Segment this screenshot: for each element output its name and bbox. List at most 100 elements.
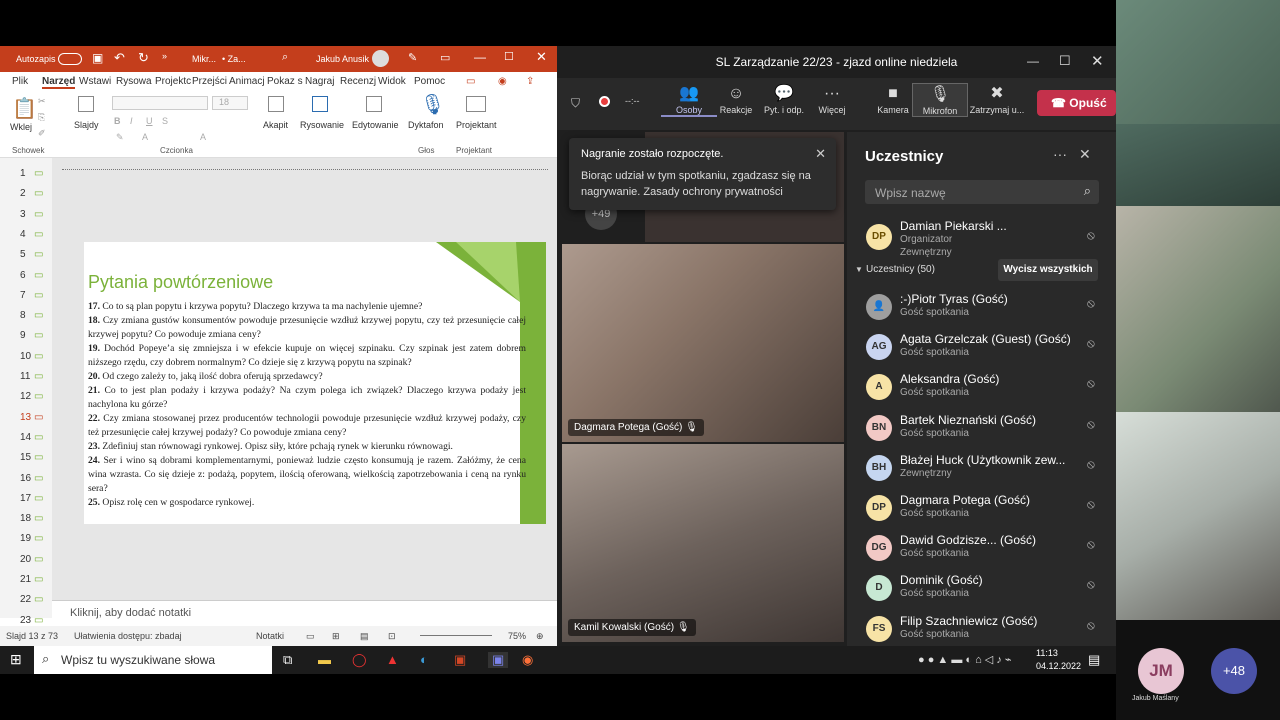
more-commands-icon[interactable]: »	[162, 51, 167, 61]
video-tile-jakub[interactable]	[1116, 412, 1280, 620]
slide-thumbnail[interactable]: 6 ▭	[20, 270, 43, 281]
file-explorer-icon[interactable]: ▬	[318, 652, 331, 667]
font-family-select[interactable]	[112, 96, 208, 110]
designer-button[interactable]: Projektant	[456, 120, 497, 130]
file-status[interactable]: • Za...	[222, 54, 246, 64]
firefox-icon[interactable]: ◉	[522, 652, 533, 668]
task-view-icon[interactable]: ⧉	[283, 652, 292, 668]
slide-thumbnail[interactable]: 15 ▭	[20, 452, 43, 463]
zoom-level[interactable]: 75%	[508, 631, 526, 641]
participant-name[interactable]: Aleksandra (Gość)	[900, 372, 999, 386]
participant-name[interactable]: :-)Piotr Tyras (Gość)	[900, 292, 1008, 306]
copy-icon[interactable]: ⎘	[38, 112, 45, 123]
slide-thumbnail[interactable]: 8 ▭	[20, 310, 43, 321]
menu-insert[interactable]: Wstawi	[79, 76, 111, 87]
user-avatar[interactable]	[372, 50, 389, 67]
notes-area[interactable]: Kliknij, aby dodać notatki	[52, 600, 557, 626]
format-painter-icon[interactable]: ✐	[38, 128, 46, 139]
slide-thumbnail[interactable]: 17 ▭	[20, 493, 43, 504]
search-icon[interactable]: ⌕	[282, 51, 288, 64]
normal-view-icon[interactable]: ▭	[306, 631, 315, 642]
mic-off-icon[interactable]: ⦸	[1087, 376, 1095, 391]
close-icon[interactable]: ✕	[815, 146, 826, 162]
slideshow-icon[interactable]: ⊡	[388, 631, 396, 642]
paragraph-button[interactable]: Akapit	[263, 120, 288, 130]
menu-transitions[interactable]: Przejści	[192, 76, 227, 87]
slide-thumbnail[interactable]: 16 ▭	[20, 473, 43, 484]
close-icon[interactable]: ✕	[1079, 146, 1091, 163]
reading-view-icon[interactable]: ▤	[360, 631, 369, 642]
windows-icon[interactable]: ⊞	[10, 651, 22, 668]
slide-thumbnail[interactable]: 14 ▭	[20, 432, 43, 443]
slide-thumbnail[interactable]: 23 ▭	[20, 615, 43, 626]
clock-time[interactable]: 11:13	[1036, 648, 1058, 658]
record-icon[interactable]: ◉	[498, 76, 507, 87]
menu-draw[interactable]: Rysowa	[116, 76, 152, 87]
slide-thumbnail[interactable]: 18 ▭	[20, 513, 43, 524]
grow-font-icon[interactable]: A	[200, 132, 206, 142]
video-tile-kamil[interactable]: Kamil Kowalski (Gość) 🎙	[562, 444, 844, 642]
stop-sharing-button[interactable]: ✖ Zatrzymaj u...	[969, 83, 1025, 115]
slide-thumbnail[interactable]: 5 ▭	[20, 249, 43, 260]
editing-button[interactable]: Edytowanie	[352, 120, 399, 130]
drawing-button[interactable]: Rysowanie	[300, 120, 344, 130]
cut-icon[interactable]: ✂	[38, 96, 46, 107]
menu-animations[interactable]: Animacj	[229, 76, 265, 87]
menu-view[interactable]: Widok	[378, 76, 406, 87]
menu-file[interactable]: Plik	[12, 76, 28, 87]
video-tile[interactable]	[1116, 124, 1280, 206]
editing-icon[interactable]	[366, 96, 382, 112]
more-button[interactable]: ··· Więcej	[804, 83, 860, 115]
slide-thumbnail[interactable]: 13 ▭	[20, 412, 43, 423]
mic-off-icon[interactable]: ⦸	[1087, 296, 1095, 311]
pen-icon[interactable]: ✎	[408, 51, 417, 64]
video-tile[interactable]	[1116, 206, 1280, 412]
clock-date[interactable]: 04.12.2022	[1036, 661, 1081, 671]
slide-canvas[interactable]: Pytania powtórzeniowe 17. Co to są plan …	[84, 242, 546, 524]
powerpoint-icon[interactable]: ▣	[454, 652, 466, 668]
font-size-select[interactable]: 18	[212, 96, 248, 110]
participant-name[interactable]: Dagmara Potega (Gość)	[900, 493, 1030, 507]
maximize-icon[interactable]: ☐	[504, 50, 514, 63]
participant-name[interactable]: Dominik (Gość)	[900, 573, 983, 587]
close-icon[interactable]: ✕	[536, 49, 547, 65]
underline-button[interactable]: U	[146, 116, 153, 126]
microphone-button[interactable]: 🎙 Mikrofon	[912, 83, 968, 117]
paragraph-icon[interactable]	[268, 96, 284, 112]
menu-help[interactable]: Pomoc	[414, 76, 445, 87]
participant-name[interactable]: Bartek Nieznański (Gość)	[900, 413, 1036, 427]
close-icon[interactable]: ✕	[1091, 52, 1104, 70]
mic-off-icon[interactable]: ⦸	[1087, 417, 1095, 432]
slide-thumbnail[interactable]: 7 ▭	[20, 290, 43, 301]
menu-home[interactable]: Narzęd	[42, 76, 76, 89]
participant-name[interactable]: Filip Szachniewicz (Gość)	[900, 614, 1037, 628]
slide-thumbnail[interactable]: 10 ▭	[20, 351, 43, 362]
section-header[interactable]: Uczestnicy (50)	[866, 264, 935, 275]
taskbar-search[interactable]: ⌕ Wpisz tu wyszukiwane słowa	[34, 646, 272, 674]
mic-off-icon[interactable]: ⦸	[1087, 537, 1095, 552]
accessibility-status[interactable]: Ułatwienia dostępu: zbadaj	[74, 631, 182, 641]
slide-thumbnail[interactable]: 12 ▭	[20, 391, 43, 402]
redo-icon[interactable]: ↻	[138, 50, 149, 66]
search-field[interactable]: Wpisz nazwę ⌕	[865, 180, 1099, 204]
slides-button[interactable]: Slajdy	[74, 120, 99, 130]
fit-slide-icon[interactable]: ⊕	[536, 631, 544, 642]
slide-thumbnail[interactable]: 11 ▭	[20, 371, 43, 382]
mic-off-icon[interactable]: ⦸	[1087, 577, 1095, 592]
slide-thumbnail[interactable]: 20 ▭	[20, 554, 43, 565]
opera-icon[interactable]: ◯	[352, 652, 367, 668]
slide-thumbnail[interactable]: 21 ▭	[20, 574, 43, 585]
participant-name[interactable]: Błażej Huck (Użytkownik zew...	[900, 453, 1065, 467]
slide-thumbnail[interactable]: 3 ▭	[20, 209, 43, 220]
menu-record[interactable]: Nagraj	[305, 76, 334, 87]
mic-off-icon[interactable]: ⦸	[1087, 336, 1095, 351]
notifications-icon[interactable]: ▤	[1088, 652, 1100, 668]
more-participants-badge[interactable]: +48	[1211, 648, 1257, 694]
paste-icon[interactable]: 📋	[12, 96, 37, 121]
file-name[interactable]: Mikr...	[192, 54, 216, 64]
slide-thumbnail[interactable]: 1 ▭	[20, 168, 43, 179]
taskbar-search-input[interactable]: Wpisz tu wyszukiwane słowa	[61, 653, 215, 667]
zoom-slider[interactable]	[420, 635, 492, 636]
microphone-icon[interactable]: 🎙	[420, 92, 445, 117]
share-icon[interactable]: ⇪	[526, 76, 534, 87]
